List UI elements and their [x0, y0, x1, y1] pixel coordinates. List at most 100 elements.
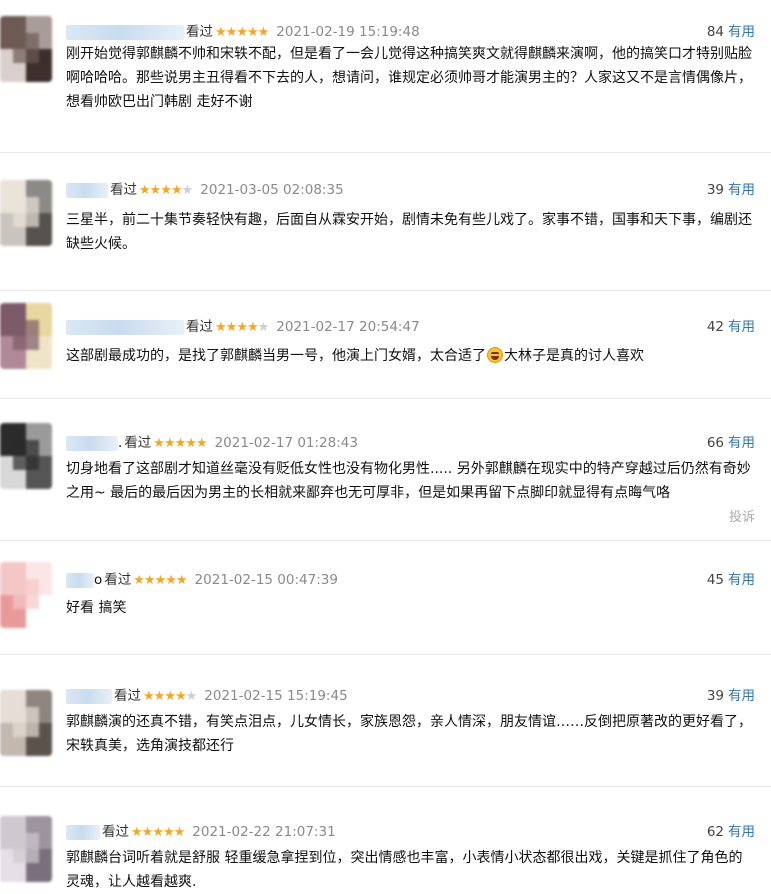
- comment-header: 看过 ★★★★★ 2021-03-05 02:08:35: [66, 180, 344, 200]
- star-empty-icon: ★: [181, 183, 194, 198]
- watched-label: 看过: [186, 24, 213, 40]
- useful-button[interactable]: 有用: [728, 24, 755, 40]
- vote-area: 42 有用: [707, 317, 755, 337]
- username-link[interactable]: [66, 435, 118, 451]
- divider: [0, 540, 771, 541]
- avatar[interactable]: [0, 562, 52, 628]
- comment-text-part: 这部剧最成功的，是找了郭麒麟当男一号，他演上门女婿，太合适了: [66, 348, 486, 364]
- rating-stars: ★★★★★: [153, 436, 208, 451]
- avatar[interactable]: [0, 16, 52, 82]
- vote-count: 39: [706, 182, 724, 198]
- comment-text: 郭麒麟台词听着就是舒服 轻重缓急拿捏到位，突出情感也丰富，小表情小状态都很出戏，…: [66, 850, 743, 890]
- star-filled-icon: ★: [139, 183, 151, 198]
- report-button[interactable]: 投诉: [729, 506, 755, 525]
- star-filled-icon: ★: [153, 689, 166, 704]
- username-suffix[interactable]: .: [118, 435, 122, 451]
- avatar-pixel: [13, 320, 39, 350]
- avatar[interactable]: [0, 690, 52, 756]
- star-filled-icon: ★: [143, 689, 155, 704]
- comment-time: 2021-02-17 01:28:43: [214, 435, 358, 451]
- star-filled-icon: ★: [185, 436, 197, 451]
- divider: [0, 398, 771, 399]
- comment-list: 看过 ★★★★★ 2021-02-19 15:19:48 84 有用 刚开始觉得郭麒麟…: [0, 0, 771, 894]
- useful-button[interactable]: 有用: [728, 435, 755, 451]
- comment-header: o 看过 ★★★★★ 2021-02-15 00:47:39: [66, 570, 338, 590]
- comment-item: 看过 ★★★★★ 2021-02-17 20:54:47 42 有用 这部剧最成功的，…: [0, 303, 771, 397]
- comment-header: 看过 ★★★★★ 2021-02-19 15:19:48: [66, 22, 420, 42]
- star-filled-icon: ★: [163, 436, 176, 451]
- comment-header: . 看过 ★★★★★ 2021-02-17 01:28:43: [66, 433, 358, 453]
- star-filled-icon: ★: [174, 436, 187, 451]
- comment-time: 2021-02-22 21:07:31: [192, 824, 336, 840]
- star-filled-icon: ★: [154, 573, 167, 588]
- star-filled-icon: ★: [164, 689, 176, 704]
- star-filled-icon: ★: [215, 320, 227, 335]
- star-filled-icon: ★: [195, 436, 208, 451]
- useful-button[interactable]: 有用: [728, 572, 755, 588]
- comment-text-part: 大林子是真的讨人喜欢: [504, 348, 644, 364]
- username-link[interactable]: [66, 24, 184, 40]
- star-filled-icon: ★: [257, 25, 270, 40]
- comment-time: 2021-02-15 00:47:39: [194, 572, 338, 588]
- vote-area: 39 有用: [707, 180, 755, 200]
- star-filled-icon: ★: [236, 320, 248, 335]
- star-filled-icon: ★: [149, 183, 162, 198]
- comment-time: 2021-02-19 15:19:48: [276, 24, 420, 40]
- divider: [0, 290, 771, 291]
- username-link[interactable]: [66, 182, 108, 198]
- vote-area: 39 有用: [707, 686, 755, 706]
- avatar-pixel: [13, 33, 39, 63]
- username-link[interactable]: [66, 824, 100, 840]
- avatar[interactable]: [0, 303, 52, 369]
- username-link[interactable]: [66, 688, 112, 704]
- avatar[interactable]: [0, 816, 52, 882]
- useful-button[interactable]: 有用: [728, 688, 755, 704]
- watched-label: 看过: [104, 572, 132, 588]
- username-suffix[interactable]: o: [94, 572, 102, 588]
- comment-item: 看过 ★★★★★ 2021-02-22 21:07:31 62 有用 郭麒麟台词听着就…: [0, 816, 771, 894]
- star-filled-icon: ★: [165, 573, 177, 588]
- vote-area: 45 有用: [707, 570, 755, 590]
- watched-label: 看过: [114, 688, 141, 704]
- star-filled-icon: ★: [225, 25, 238, 40]
- avatar-pixel: [13, 197, 39, 227]
- comment-header: 看过 ★★★★★ 2021-02-22 21:07:31: [66, 822, 336, 842]
- watched-label: 看过: [124, 435, 152, 451]
- comment-item: 看过 ★★★★★ 2021-02-15 15:19:45 39 有用 郭麒麟演的还真不…: [0, 686, 771, 776]
- comment-header: 看过 ★★★★★ 2021-02-17 20:54:47: [66, 317, 420, 337]
- username-link[interactable]: [66, 572, 94, 588]
- vote-count: 39: [706, 688, 724, 704]
- username-link[interactable]: [66, 319, 184, 335]
- star-filled-icon: ★: [173, 825, 186, 840]
- rating-stars: ★★★★★: [215, 320, 270, 335]
- comment-header: 看过 ★★★★★ 2021-02-15 15:19:45: [66, 686, 348, 706]
- star-empty-icon: ★: [257, 320, 270, 335]
- watched-label: 看过: [186, 319, 213, 335]
- star-filled-icon: ★: [160, 183, 172, 198]
- rating-stars: ★★★★★: [139, 183, 194, 198]
- useful-button[interactable]: 有用: [728, 319, 755, 335]
- comment-text: 三星半，前二十集节奏轻快有趣，后面自从霖安开始，剧情未免有些儿戏了。家事不错，国…: [66, 212, 752, 252]
- star-filled-icon: ★: [225, 320, 238, 335]
- star-filled-icon: ★: [236, 25, 248, 40]
- comment-text: 这部剧最成功的，是找了郭麒麟当男一号，他演上门女婿，太合适了 大林子是真的讨人喜欢: [66, 344, 756, 368]
- comment-text: 切身地看了这部剧才知道丝毫没有贬低女性也没有物化男性..... 另外郭麒麟在现实…: [66, 461, 751, 501]
- comment-time: 2021-03-05 02:08:35: [200, 182, 344, 198]
- comment-time: 2021-02-17 20:54:47: [276, 319, 420, 335]
- star-filled-icon: ★: [246, 25, 259, 40]
- avatar[interactable]: [0, 423, 52, 489]
- rating-stars: ★★★★★: [133, 573, 187, 588]
- star-filled-icon: ★: [152, 825, 164, 840]
- avatar[interactable]: [0, 180, 52, 246]
- star-filled-icon: ★: [131, 825, 143, 840]
- avatar-pixel: [13, 440, 39, 470]
- useful-button[interactable]: 有用: [728, 824, 755, 840]
- star-empty-icon: ★: [185, 689, 198, 704]
- star-filled-icon: ★: [153, 436, 165, 451]
- grinning-emoji-icon: [487, 347, 503, 363]
- star-filled-icon: ★: [170, 183, 183, 198]
- comment-item: o 看过 ★★★★★ 2021-02-15 00:47:39 45 有用 好看 搞笑: [0, 562, 771, 630]
- useful-button[interactable]: 有用: [728, 182, 755, 198]
- vote-count: 42: [706, 319, 724, 335]
- divider: [0, 654, 771, 655]
